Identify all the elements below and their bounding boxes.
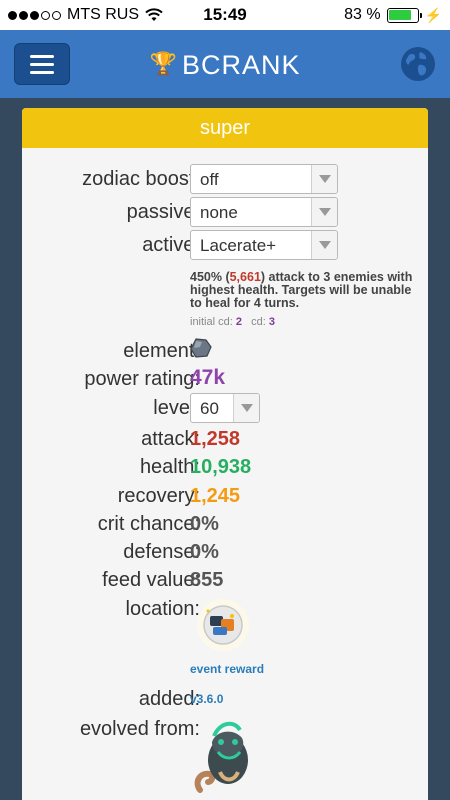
passive-select[interactable]: none	[190, 197, 338, 227]
skill-description: 450% (5,661) attack to 3 enemies with hi…	[190, 271, 416, 310]
location-label: location:	[125, 598, 201, 620]
feed-value-value: 855	[190, 569, 224, 591]
zodiac-boost-select[interactable]: off	[190, 164, 338, 194]
recovery-label: recovery:	[117, 485, 200, 507]
active-select[interactable]: Lacerate+	[190, 230, 338, 260]
cd-value: 3	[268, 316, 276, 328]
event-reward-icon[interactable]	[194, 596, 252, 654]
event-reward-link[interactable]: event reward	[190, 662, 264, 676]
chevron-down-icon	[233, 394, 259, 422]
power-rating-value: 47k	[190, 366, 226, 389]
attack-value: 1,258	[190, 428, 241, 450]
skill-desc-prefix: 450% (	[190, 270, 230, 284]
passive-value: none	[200, 203, 238, 222]
evolved-from-label: evolved from:	[79, 718, 200, 740]
chevron-down-icon	[311, 198, 337, 226]
passive-label: passive:	[126, 201, 200, 223]
skill-damage: 5,661	[229, 270, 261, 284]
chevron-down-icon	[311, 231, 337, 259]
cooldowns: initial cd: 2 cd: 3	[190, 316, 275, 328]
recovery-value: 1,245	[190, 485, 241, 507]
rock-element-icon	[190, 338, 212, 358]
defense-label: defense:	[123, 541, 200, 563]
cd-label: cd:	[251, 316, 266, 328]
zodiac-boost-label: zodiac boost:	[82, 168, 200, 190]
card-content: zodiac boost: off passive: none active: …	[22, 0, 428, 800]
health-value: 10,938	[190, 456, 252, 478]
level-select[interactable]: 60	[190, 393, 260, 423]
element-label: element:	[123, 340, 200, 362]
power-rating-label: power rating:	[84, 368, 200, 390]
crit-chance-label: crit chance:	[97, 513, 200, 535]
version-link[interactable]: v3.6.0	[190, 692, 223, 706]
evolved-from-monster-image[interactable]	[190, 712, 258, 800]
level-value: 60	[200, 399, 219, 418]
crit-chance-value: 0%	[190, 513, 219, 535]
defense-value: 0%	[190, 541, 219, 563]
active-value: Lacerate+	[200, 236, 277, 255]
chevron-down-icon	[311, 165, 337, 193]
feed-value-label: feed value:	[102, 569, 200, 591]
zodiac-boost-value: off	[200, 170, 219, 189]
initial-cd-value: 2	[235, 316, 242, 328]
initial-cd-label: initial cd:	[190, 316, 233, 328]
